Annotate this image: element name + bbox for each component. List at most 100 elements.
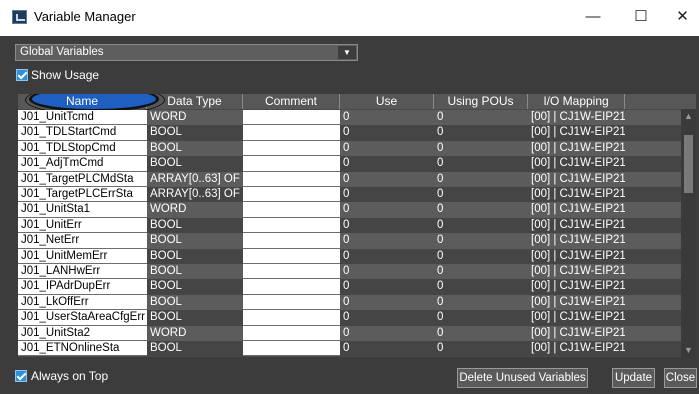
cell-name[interactable]: J01_TargetPLCMdSta [18,171,147,187]
cell-use[interactable]: 0 [340,341,434,357]
table-row[interactable]: J01_ETNOnlineSta BOOL 0 0 [00] | CJ1W-EIP21 [18,341,696,357]
cell-name[interactable]: J01_TDLStartCmd [18,125,147,141]
table-row[interactable]: J01_TDLStartCmd BOOL 0 0 [00] | CJ1W-EIP21 [18,125,696,141]
chevron-up-icon[interactable]: ▲ [681,109,696,123]
cell-use[interactable]: 0 [340,310,434,326]
scope-select[interactable]: Global Variables ▼ [15,44,358,61]
cell-name[interactable]: J01_AdjTmCmd [18,156,147,172]
cell-type[interactable]: WORD [147,202,243,218]
cell-io[interactable]: [00] | CJ1W-EIP21 [528,187,625,203]
cell-io[interactable]: [00] | CJ1W-EIP21 [528,279,625,295]
cell-name[interactable]: J01_UnitTcmd [18,110,147,126]
cell-name[interactable]: J01_TargetPLCErrSta [18,187,147,203]
cell-use[interactable]: 0 [340,217,434,234]
cell-comment[interactable] [243,264,340,280]
always-on-top-checkbox[interactable] [15,370,27,382]
cell-type[interactable]: BOOL [147,217,243,234]
cell-name[interactable]: J01_ETNOnlineSta [18,341,147,357]
table-row[interactable]: J01_TDLStopCmd BOOL 0 0 [00] | CJ1W-EIP21 [18,140,696,157]
cell-comment[interactable] [243,125,340,141]
cell-io[interactable]: [00] | CJ1W-EIP21 [528,202,625,218]
cell-comment[interactable] [243,156,340,172]
column-header-using-pous[interactable]: Using POUs [434,94,528,109]
maximize-button[interactable]: ☐ [622,0,660,34]
cell-io[interactable]: [00] | CJ1W-EIP21 [528,125,625,141]
cell-pous[interactable]: 0 [434,279,528,295]
cell-type[interactable]: BOOL [147,294,243,311]
cell-name[interactable]: J01_UnitMemErr [18,248,147,264]
cell-comment[interactable] [243,310,340,326]
cell-name[interactable]: J01_TDLStopCmd [18,140,147,157]
cell-pous[interactable]: 0 [434,325,528,341]
cell-type[interactable]: BOOL [147,248,243,264]
cell-use[interactable]: 0 [340,248,434,264]
cell-io[interactable]: [00] | CJ1W-EIP21 [528,248,625,264]
delete-unused-variables-button[interactable]: Delete Unused Variables [457,368,588,388]
cell-use[interactable]: 0 [340,294,434,311]
cell-type[interactable]: BOOL [147,233,243,249]
scrollbar-thumb[interactable] [684,135,693,193]
show-usage-checkbox[interactable] [16,69,28,81]
chevron-down-icon[interactable]: ▼ [681,343,696,357]
cell-comment[interactable] [243,279,340,295]
cell-io[interactable]: [00] | CJ1W-EIP21 [528,156,625,172]
cell-io[interactable]: [00] | CJ1W-EIP21 [528,325,625,341]
cell-io[interactable]: [00] | CJ1W-EIP21 [528,217,625,234]
cell-io[interactable]: [00] | CJ1W-EIP21 [528,341,625,357]
column-header-data-type[interactable]: Data Type [147,94,243,109]
cell-type[interactable]: BOOL [147,279,243,295]
cell-pous[interactable]: 0 [434,140,528,157]
cell-type[interactable]: BOOL [147,341,243,357]
cell-comment[interactable] [243,171,340,187]
cell-comment[interactable] [243,110,340,126]
cell-type[interactable]: BOOL [147,264,243,280]
cell-io[interactable]: [00] | CJ1W-EIP21 [528,264,625,280]
cell-use[interactable]: 0 [340,156,434,172]
cell-name[interactable]: J01_UnitSta2 [18,325,147,341]
cell-name[interactable]: J01_UnitSta1 [18,202,147,218]
cell-pous[interactable]: 0 [434,294,528,311]
cell-type[interactable]: BOOL [147,140,243,157]
cell-comment[interactable] [243,325,340,341]
cell-type[interactable]: WORD [147,325,243,341]
cell-pous[interactable]: 0 [434,310,528,326]
cell-comment[interactable] [243,341,340,357]
cell-io[interactable]: [00] | CJ1W-EIP21 [528,171,625,187]
cell-io[interactable]: [00] | CJ1W-EIP21 [528,110,625,126]
cell-type[interactable]: WORD [147,110,243,126]
cell-use[interactable]: 0 [340,110,434,126]
cell-comment[interactable] [243,294,340,311]
cell-pous[interactable]: 0 [434,156,528,172]
cell-type[interactable]: ARRAY[0..63] OF BO [147,171,243,187]
cell-io[interactable]: [00] | CJ1W-EIP21 [528,140,625,157]
cell-name[interactable]: J01_UserStaAreaCfgErr [18,310,147,326]
table-row[interactable]: J01_UnitTcmd WORD 0 0 [00] | CJ1W-EIP21 [18,110,696,126]
cell-use[interactable]: 0 [340,233,434,249]
cell-comment[interactable] [243,140,340,157]
cell-comment[interactable] [243,233,340,249]
table-row[interactable]: J01_IPAdrDupErr BOOL 0 0 [00] | CJ1W-EIP21 [18,279,696,295]
cell-pous[interactable]: 0 [434,341,528,357]
cell-pous[interactable]: 0 [434,248,528,264]
minimize-button[interactable]: — [574,0,612,34]
cell-use[interactable]: 0 [340,187,434,203]
cell-pous[interactable]: 0 [434,110,528,126]
cell-use[interactable]: 0 [340,202,434,218]
cell-io[interactable]: [00] | CJ1W-EIP21 [528,294,625,311]
table-row[interactable]: J01_LkOffErr BOOL 0 0 [00] | CJ1W-EIP21 [18,294,696,311]
cell-type[interactable]: BOOL [147,156,243,172]
cell-type[interactable]: BOOL [147,310,243,326]
cell-pous[interactable]: 0 [434,171,528,187]
table-row[interactable]: J01_NetErr BOOL 0 0 [00] | CJ1W-EIP21 [18,233,696,249]
cell-use[interactable]: 0 [340,125,434,141]
table-row[interactable]: J01_TargetPLCErrStaARRAY[0..63] OF BO00[… [18,187,696,203]
cell-pous[interactable]: 0 [434,202,528,218]
table-row[interactable]: J01_UnitSta2 WORD 0 0 [00] | CJ1W-EIP21 [18,325,696,341]
cell-comment[interactable] [243,202,340,218]
table-row[interactable]: J01_LANHwErr BOOL 0 0 [00] | CJ1W-EIP21 [18,264,696,280]
table-row[interactable]: J01_UnitSta1 WORD 0 0 [00] | CJ1W-EIP21 [18,202,696,218]
cell-comment[interactable] [243,217,340,234]
column-header-io-mapping[interactable]: I/O Mapping [528,94,625,109]
cell-comment[interactable] [243,187,340,203]
table-row[interactable]: J01_UserStaAreaCfgErr BOOL 0 0 [00] | CJ1W-E… [18,310,696,326]
